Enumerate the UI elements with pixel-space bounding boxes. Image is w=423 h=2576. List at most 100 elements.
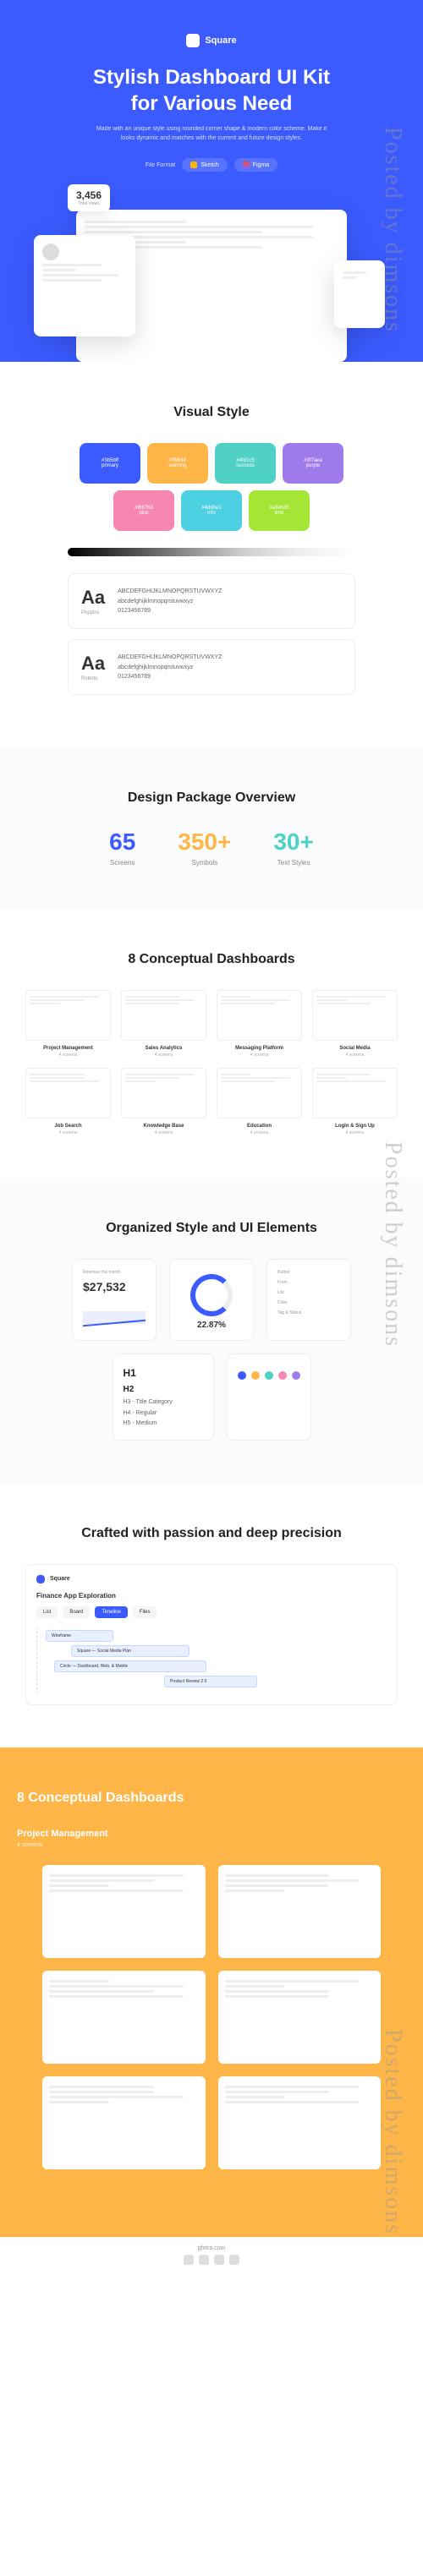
timeline-task: Circle — Dashboard, Web, & Mobile	[54, 1660, 206, 1672]
watermark: Posted by dimsons	[379, 2029, 406, 2235]
stat-label: Screens	[109, 859, 135, 867]
color-bullets	[238, 1371, 300, 1380]
figma-pill: Figma	[234, 158, 277, 172]
label-item: Color	[277, 1300, 340, 1305]
dashboard-item: Sales Analytics4 screens	[121, 990, 206, 1058]
timeline: Wireframe Square — Social Media Plan Cir…	[36, 1627, 387, 1694]
tab-list[interactable]: List	[36, 1606, 58, 1618]
square-logo-icon	[36, 1575, 45, 1583]
dash-count: 4 screens	[121, 1130, 206, 1135]
bullet-icon	[292, 1371, 300, 1380]
dashboard-item: Messaging Platform 4 screens	[217, 990, 302, 1058]
swatch-primary: #3b5bffprimary	[80, 443, 140, 484]
dashboard-grid: Project Management 4 screens Sales Analyt…	[25, 990, 398, 1135]
tab-timeline[interactable]: Timeline	[95, 1606, 127, 1618]
stat-textstyles: 30+ Text Styles	[273, 829, 314, 867]
timeline-task: Square — Social Media Plan	[71, 1645, 190, 1657]
colors-card	[227, 1354, 311, 1441]
typo-h2: H2	[124, 1382, 203, 1397]
timeline-task: Product Review 2.0	[164, 1676, 257, 1687]
typo-h3: H3 - Title Category	[124, 1397, 203, 1408]
dash-count: 4 screens	[25, 1130, 111, 1135]
stats-row: 65 Screens 350+ Symbols 30+ Text Styles	[25, 829, 398, 867]
typo-list: H1 H2 H3 - Title Category H4 - Regular H…	[124, 1365, 203, 1430]
footer-dots	[8, 2255, 415, 2265]
thumb	[121, 990, 206, 1041]
hero-section: Square Stylish Dashboard UI Kit for Vari…	[0, 0, 423, 362]
swatch-success: #4fd1c5success	[215, 443, 276, 484]
stat-number: 350+	[178, 829, 231, 856]
stat-label: Total Views	[76, 201, 102, 206]
typography-card: H1 H2 H3 - Title Category H4 - Regular H…	[113, 1354, 214, 1441]
dash-name: Project Management	[25, 1046, 111, 1051]
file-format-row: File Format Sketch Figma	[25, 158, 398, 172]
dash-count: 4 screens	[217, 1053, 302, 1058]
bullet-icon	[238, 1371, 246, 1380]
section-title: 8 Conceptual Dashboards	[17, 1790, 406, 1808]
thumb	[312, 1068, 398, 1118]
label-item: List	[277, 1290, 340, 1295]
thumb	[121, 1068, 206, 1118]
stat-label: Symbols	[178, 859, 231, 867]
swatch-pink: #f687b3pink	[113, 490, 174, 531]
logo: Square	[25, 34, 398, 47]
screen-thumb	[218, 1865, 382, 1958]
dash-name: Job Search	[25, 1124, 111, 1129]
footer-bar: gfxtra.com	[0, 2237, 423, 2273]
stat-screens: 65 Screens	[109, 829, 135, 867]
tab-files[interactable]: Files	[133, 1606, 157, 1618]
screen-thumb	[218, 2076, 382, 2169]
bullet-icon	[251, 1371, 260, 1380]
thumb	[217, 990, 302, 1041]
footer-showcase: 8 Conceptual Dashboards Project Manageme…	[0, 1747, 423, 2237]
format-label: File Format	[146, 162, 175, 168]
swatch-purple: #9f7aeapurple	[283, 443, 343, 484]
visual-style-section: Visual Style #3b5bffprimary #ffb648warni…	[0, 362, 423, 747]
dash-count: 4 screens	[25, 1053, 111, 1058]
typo-h1: H1	[124, 1365, 203, 1383]
dot-icon	[199, 2255, 209, 2265]
swatch-warning: #ffb648warning	[147, 443, 208, 484]
sketch-icon	[190, 161, 197, 168]
progress-card: 22.87%	[169, 1259, 254, 1341]
category-title: Project Management	[17, 1829, 406, 1839]
swatch-lime: #a3e635lime	[249, 490, 310, 531]
stat-number: 65	[109, 829, 135, 856]
hero-subtitle: Made with an unique style using rounded …	[93, 125, 330, 143]
stat-number: 30+	[273, 829, 314, 856]
brand-label: Square	[50, 1576, 70, 1582]
precision-preview: Square Finance App Exploration List Boar…	[25, 1564, 398, 1705]
stat-label: Text Styles	[273, 859, 314, 867]
progress-value: 22.87%	[180, 1321, 243, 1330]
bullet-icon	[278, 1371, 287, 1380]
ui-elements-grid: Revenue this month $27,532 22.87% Button…	[25, 1259, 398, 1441]
sketch-pill: Sketch	[182, 158, 227, 172]
tab-row: List Board Timeline Files	[36, 1606, 387, 1618]
thumb	[25, 1068, 111, 1118]
font-name: Roboto	[81, 676, 105, 681]
ui-elements-section: Organized Style and UI Elements Revenue …	[0, 1178, 423, 1483]
section-title: Organized Style and UI Elements	[25, 1220, 398, 1238]
dash-name: Sales Analytics	[121, 1046, 206, 1051]
tab-board[interactable]: Board	[63, 1606, 90, 1618]
screen-grid	[42, 1865, 381, 2169]
font-sample: Aa	[81, 653, 105, 675]
preview-card-left	[34, 235, 135, 336]
dash-name: Knowledge Base	[121, 1124, 206, 1129]
screen-thumb	[42, 1865, 206, 1958]
package-section: Design Package Overview 65Screens 350+Sy…	[0, 747, 423, 909]
dot-icon	[214, 2255, 224, 2265]
project-title: Finance App Exploration	[36, 1592, 387, 1600]
watermark: Posted by dimsons	[379, 127, 406, 333]
font-specimen: ABCDEFGHIJKLMNOPQRSTUVWXYZabcdefghijklmn…	[118, 653, 222, 681]
label-item: Form	[277, 1280, 340, 1285]
section-title: Visual Style	[25, 404, 398, 422]
dashboard-item: Login & Sign Up4 screens	[312, 1068, 398, 1135]
bullet-icon	[265, 1371, 273, 1380]
font-card-roboto: AaRoboto ABCDEFGHIJKLMNOPQRSTUVWXYZabcde…	[68, 639, 355, 695]
figma-icon	[243, 161, 250, 168]
dash-count: 4 screens	[217, 1130, 302, 1135]
dash-name: Messaging Platform	[217, 1046, 302, 1051]
font-specimen: ABCDEFGHIJKLMNOPQRSTUVWXYZabcdefghijklmn…	[118, 587, 222, 615]
font-name: Poppins	[81, 610, 105, 615]
